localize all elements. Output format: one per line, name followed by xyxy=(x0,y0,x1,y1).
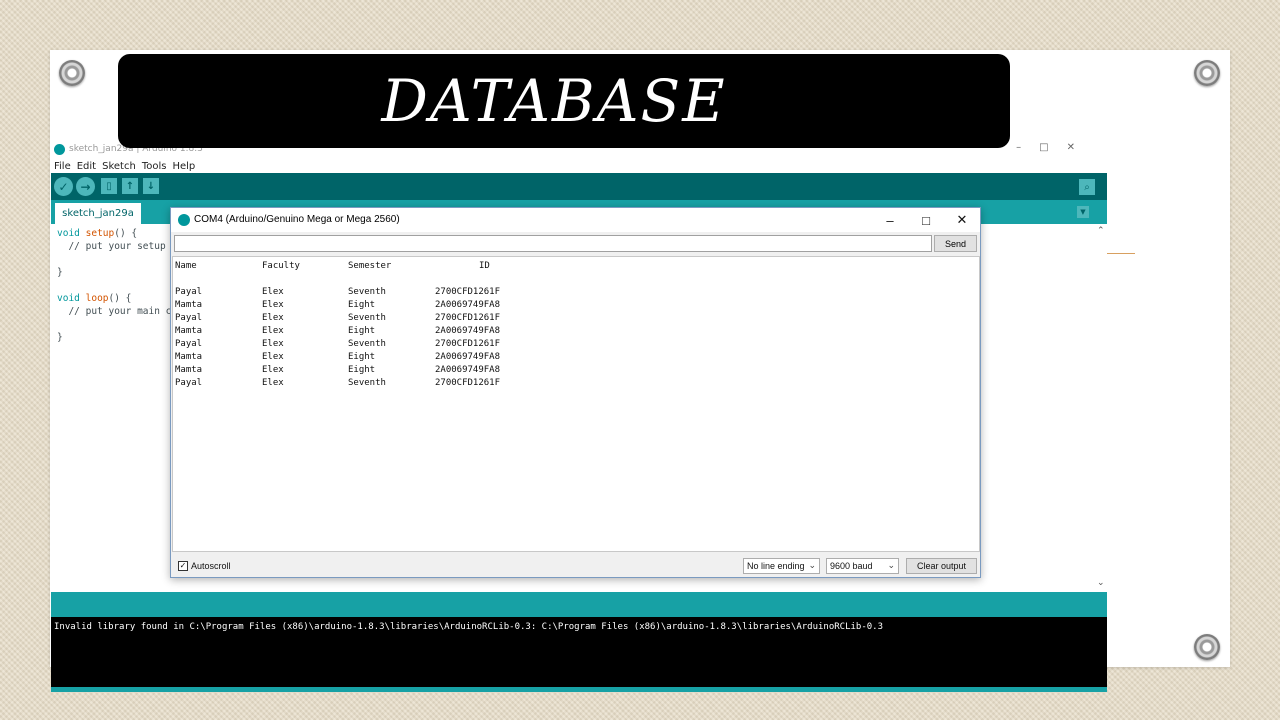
menu-sketch[interactable]: Sketch xyxy=(102,161,136,172)
code-line: void setup() { xyxy=(57,228,137,239)
cell-faculty: Elex xyxy=(262,287,284,297)
arduino-logo-icon xyxy=(54,144,65,155)
menu-file[interactable]: File xyxy=(54,161,71,172)
code-function: loop xyxy=(85,293,109,304)
serial-output: Name Faculty Semester ID Payal Elex Sevent… xyxy=(172,256,980,552)
serial-titlebar: COM4 (Arduino/Genuino Mega or Mega 2560)… xyxy=(171,208,980,232)
cell-id: 2700CFD1261F xyxy=(435,287,501,297)
open-sketch-icon[interactable]: ↑ xyxy=(122,178,138,194)
cell-faculty: Elex xyxy=(262,378,284,388)
code-line: } xyxy=(57,267,63,278)
header-semester: Semester xyxy=(348,261,392,271)
cell-semester: Seventh xyxy=(348,339,386,349)
save-sketch-icon[interactable]: ↓ xyxy=(143,178,159,194)
serial-footer: ✓ Autoscroll No line ending ⌄ 9600 baud … xyxy=(171,554,980,578)
cell-name: Payal xyxy=(175,287,203,297)
verify-icon[interactable]: ✓ xyxy=(54,177,73,196)
line-ending-value: No line ending xyxy=(747,561,805,571)
cell-id: 2A0069749FA8 xyxy=(435,300,501,310)
scroll-up-icon[interactable]: ⌃ xyxy=(1097,226,1105,236)
slide-title-bar: DATABASE xyxy=(118,54,1010,148)
cell-semester: Eight xyxy=(348,352,376,362)
chevron-down-icon: ⌄ xyxy=(808,560,816,570)
baud-select[interactable]: 9600 baud ⌄ xyxy=(826,558,899,574)
ide-toolbar: ✓ → ▯ ↑ ↓ ⌕ xyxy=(51,173,1107,200)
slide-title: DATABASE xyxy=(381,67,727,135)
accent-line xyxy=(1107,253,1135,254)
cell-faculty: Elex xyxy=(262,352,284,362)
cell-name: Payal xyxy=(175,339,203,349)
menu-edit[interactable]: Edit xyxy=(77,161,96,172)
cell-faculty: Elex xyxy=(262,326,284,336)
cell-name: Mamta xyxy=(175,300,203,310)
code-keyword: void xyxy=(57,228,80,239)
close-icon[interactable]: ✕ xyxy=(953,211,971,229)
cell-name: Mamta xyxy=(175,352,203,362)
cell-faculty: Elex xyxy=(262,300,284,310)
cell-name: Mamta xyxy=(175,365,203,375)
serial-input[interactable] xyxy=(174,235,932,252)
code-keyword: void xyxy=(57,293,80,304)
grommet-top-right xyxy=(1194,60,1220,86)
ide-window-controls[interactable]: –□✕ xyxy=(1016,142,1093,153)
grommet-top-left xyxy=(59,60,85,86)
serial-monitor-window: COM4 (Arduino/Genuino Mega or Mega 2560)… xyxy=(170,207,981,578)
grommet-bottom-right xyxy=(1194,634,1220,660)
cell-name: Mamta xyxy=(175,326,203,336)
header-faculty: Faculty xyxy=(262,261,300,271)
cell-id: 2A0069749FA8 xyxy=(435,352,501,362)
scroll-down-icon[interactable]: ⌄ xyxy=(1097,578,1105,588)
tab-menu-icon[interactable]: ▼ xyxy=(1077,206,1089,218)
code-text: () { xyxy=(108,293,132,304)
cell-semester: Seventh xyxy=(348,378,386,388)
code-function: setup xyxy=(85,228,115,239)
ide-bottom-bar xyxy=(51,687,1107,692)
cell-id: 2A0069749FA8 xyxy=(435,365,501,375)
send-button[interactable]: Send xyxy=(934,235,977,252)
line-ending-select[interactable]: No line ending ⌄ xyxy=(743,558,820,574)
cell-name: Payal xyxy=(175,378,203,388)
ide-status-bar xyxy=(51,592,1107,617)
ide-menubar: File Edit Sketch Tools Help xyxy=(51,158,1107,174)
cell-id: 2A0069749FA8 xyxy=(435,326,501,336)
cell-faculty: Elex xyxy=(262,365,284,375)
header-name: Name xyxy=(175,261,197,271)
menu-tools[interactable]: Tools xyxy=(142,161,167,172)
menu-help[interactable]: Help xyxy=(172,161,195,172)
new-sketch-icon[interactable]: ▯ xyxy=(101,178,117,194)
code-line: // put your main co xyxy=(57,306,178,317)
code-line: void loop() { xyxy=(57,293,131,304)
ide-console: Invalid library found in C:\Program File… xyxy=(51,617,1107,687)
editor-scrollbar[interactable]: ⌃ ⌄ xyxy=(1097,224,1107,590)
cell-semester: Eight xyxy=(348,326,376,336)
serial-window-title: COM4 (Arduino/Genuino Mega or Mega 2560) xyxy=(194,214,400,225)
serial-monitor-icon[interactable]: ⌕ xyxy=(1079,179,1095,195)
cell-id: 2700CFD1261F xyxy=(435,313,501,323)
cell-name: Payal xyxy=(175,313,203,323)
minimize-icon[interactable]: – xyxy=(881,211,899,229)
cell-faculty: Elex xyxy=(262,339,284,349)
baud-value: 9600 baud xyxy=(830,561,873,571)
maximize-icon[interactable]: □ xyxy=(917,211,935,229)
upload-icon[interactable]: → xyxy=(76,177,95,196)
cell-semester: Seventh xyxy=(348,313,386,323)
cell-faculty: Elex xyxy=(262,313,284,323)
arduino-logo-icon xyxy=(178,214,190,226)
code-line: // put your setup c xyxy=(57,241,178,252)
clear-output-button[interactable]: Clear output xyxy=(906,558,977,574)
cell-semester: Eight xyxy=(348,365,376,375)
autoscroll-checkbox[interactable]: ✓ xyxy=(178,561,188,571)
chevron-down-icon: ⌄ xyxy=(887,560,895,570)
autoscroll-label: Autoscroll xyxy=(191,561,231,571)
code-line: } xyxy=(57,332,63,343)
cell-id: 2700CFD1261F xyxy=(435,378,501,388)
cell-semester: Seventh xyxy=(348,287,386,297)
code-text: () { xyxy=(114,228,138,239)
tab-sketch[interactable]: sketch_jan29a xyxy=(55,203,141,224)
cell-id: 2700CFD1261F xyxy=(435,339,501,349)
header-id: ID xyxy=(479,261,490,271)
cell-semester: Eight xyxy=(348,300,376,310)
